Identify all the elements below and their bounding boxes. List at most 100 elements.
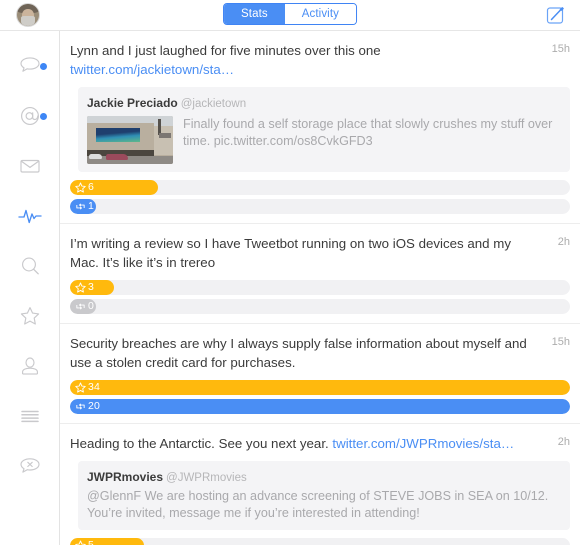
person-icon <box>21 357 38 375</box>
retweets-bar-track: 1 <box>70 199 570 214</box>
activity-pulse-icon <box>17 209 42 224</box>
sidebar <box>0 31 60 545</box>
favorites-bar-fill: 6 <box>70 180 158 195</box>
sidebar-item-mentions[interactable] <box>0 91 59 141</box>
star-icon <box>20 307 39 325</box>
table-row[interactable]: I’m writing a review so I have Tweetbot … <box>60 224 580 324</box>
quoted-handle: @jackietown <box>180 98 247 110</box>
retweet-icon <box>76 303 85 310</box>
retweet-icon <box>76 203 85 210</box>
tweet-header: Lynn and I just laughed for five minutes… <box>70 41 570 79</box>
tab-stats[interactable]: Stats <box>224 4 285 24</box>
favorites-bar-fill: 5 <box>70 538 144 545</box>
tweet-text: Lynn and I just laughed for five minutes… <box>70 41 544 79</box>
compose-icon <box>546 7 564 24</box>
retweet-icon <box>76 403 85 410</box>
photo-car-2 <box>88 153 103 160</box>
storage-building-photo[interactable] <box>87 116 173 164</box>
tweet-age: 15h <box>551 336 570 348</box>
titlebar: Stats Activity <box>0 0 580 30</box>
tweet-text: I’m writing a review so I have Tweetbot … <box>70 236 511 270</box>
list-lines-icon <box>20 410 39 423</box>
tweet-body: Lynn and I just laughed for five minutes… <box>70 43 381 58</box>
table-row[interactable]: Heading to the Antarctic. See you next y… <box>60 424 580 545</box>
quoted-tweet[interactable]: Jackie Preciado @jackietown Finally foun… <box>78 87 570 172</box>
retweets-bar-track: 0 <box>70 299 570 314</box>
quoted-tweet-body: Finally found a self storage place that … <box>87 116 561 164</box>
star-icon <box>75 540 86 545</box>
quoted-handle: @JWPRmovies <box>166 472 247 484</box>
avatar-beard <box>20 16 36 26</box>
quoted-tweet-author: JWPRmovies @JWPRmovies <box>87 468 561 486</box>
tweet-age: 2h <box>557 236 570 248</box>
quoted-text: @GlennF We are hosting an advance screen… <box>87 489 549 520</box>
tweet-age: 15h <box>551 43 570 55</box>
avatar[interactable] <box>16 3 40 27</box>
search-icon <box>21 257 39 275</box>
favorites-bar-track: 6 <box>70 180 570 195</box>
stat-bars: 5 0 <box>70 538 570 545</box>
stat-bars: 34 20 <box>70 380 570 414</box>
tweet-header: I’m writing a review so I have Tweetbot … <box>70 234 570 272</box>
table-row[interactable]: Security breaches are why I always suppl… <box>60 324 580 424</box>
app-window: Stats Activity Lynn and I just laughed f… <box>0 0 580 545</box>
table-row[interactable]: Lynn and I just laughed for five minutes… <box>60 31 580 224</box>
envelope-icon <box>19 159 40 173</box>
window-body: Lynn and I just laughed for five minutes… <box>0 30 580 545</box>
sidebar-item-timeline[interactable] <box>0 41 59 91</box>
retweets-bar-fill: 1 <box>70 199 96 214</box>
stat-bars: 3 0 <box>70 280 570 314</box>
quoted-text: Finally found a self storage place that … <box>183 117 553 148</box>
favorites-count: 6 <box>88 181 95 193</box>
unread-dot <box>40 113 47 120</box>
photo-car <box>105 154 129 161</box>
retweets-count: 20 <box>88 400 101 412</box>
favorites-bar-fill: 3 <box>70 280 114 295</box>
favorites-bar-track: 5 <box>70 538 570 545</box>
photo-sign <box>159 133 172 138</box>
tweet-text: Security breaches are why I always suppl… <box>70 336 527 370</box>
stats-activity-segmented-control[interactable]: Stats Activity <box>223 3 357 25</box>
speech-bubble-icon <box>19 57 40 72</box>
favorites-bar-fill: 34 <box>70 380 570 395</box>
retweets-bar-fill: 0 <box>70 299 96 314</box>
retweets-bar-fill: 20 <box>70 399 570 414</box>
retweets-count: 1 <box>88 200 95 212</box>
stat-bars: 6 1 <box>70 180 570 214</box>
tweet-age: 2h <box>557 436 570 448</box>
quoted-tweet[interactable]: JWPRmovies @JWPRmovies @GlennF We are hos… <box>78 461 570 530</box>
at-mention-icon <box>20 107 39 125</box>
favorites-bar-track: 34 <box>70 380 570 395</box>
tweet-body: Heading to the Antarctic. See you next y… <box>70 436 333 451</box>
stats-feed[interactable]: Lynn and I just laughed for five minutes… <box>60 31 580 545</box>
unread-dot <box>40 63 47 70</box>
tab-activity[interactable]: Activity <box>284 4 356 24</box>
tweet-text: Heading to the Antarctic. See you next y… <box>70 434 544 453</box>
sidebar-item-messages[interactable] <box>0 141 59 191</box>
retweets-count: 0 <box>88 300 95 312</box>
tweet-header: Heading to the Antarctic. See you next y… <box>70 434 570 453</box>
tweet-header: Security breaches are why I always suppl… <box>70 334 570 372</box>
favorites-count: 5 <box>88 539 95 545</box>
tweet-link[interactable]: twitter.com/JWPRmovies/sta… <box>332 436 514 451</box>
sidebar-item-favorites[interactable] <box>0 291 59 341</box>
sidebar-item-mute[interactable] <box>0 441 59 491</box>
sidebar-item-search[interactable] <box>0 241 59 291</box>
sidebar-item-profile[interactable] <box>0 341 59 391</box>
star-icon <box>75 382 86 393</box>
compose-button[interactable] <box>546 5 566 25</box>
sidebar-item-activity[interactable] <box>0 191 59 241</box>
favorites-count: 34 <box>88 381 101 393</box>
quoted-name: Jackie Preciado <box>87 96 178 110</box>
retweets-bar-track: 20 <box>70 399 570 414</box>
star-icon <box>75 182 86 193</box>
star-icon <box>75 282 86 293</box>
tweet-link[interactable]: twitter.com/jackietown/sta… <box>70 62 234 77</box>
quoted-name: JWPRmovies <box>87 470 164 484</box>
sidebar-item-lists[interactable] <box>0 391 59 441</box>
quoted-tweet-author: Jackie Preciado @jackietown <box>87 94 561 112</box>
favorites-bar-track: 3 <box>70 280 570 295</box>
photo-mural <box>95 127 141 142</box>
favorites-count: 3 <box>88 281 95 293</box>
mute-bubble-icon <box>19 458 40 473</box>
